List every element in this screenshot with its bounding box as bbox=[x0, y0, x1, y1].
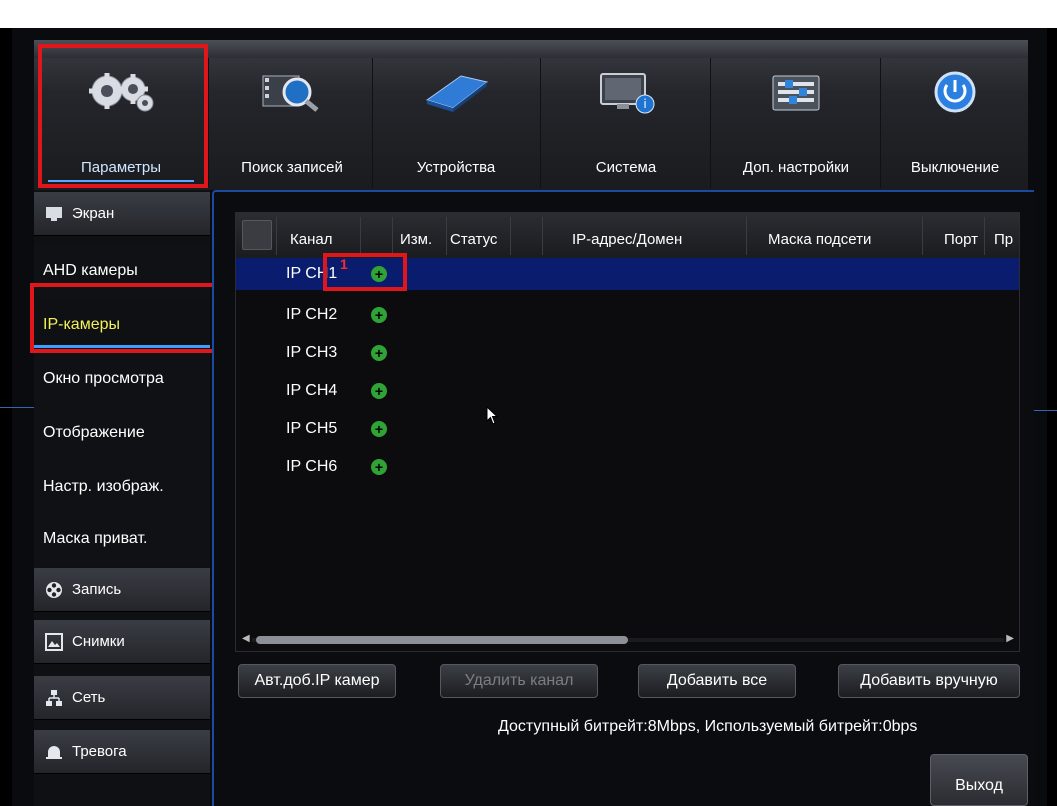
tab-label: Выключение bbox=[910, 159, 1000, 176]
tab-label: Поиск записей bbox=[241, 159, 343, 176]
screen-bezel-right bbox=[1047, 28, 1057, 806]
channel-name: IP CH2 bbox=[286, 306, 338, 323]
film-search-icon bbox=[257, 62, 327, 122]
column-header-status[interactable]: Статус bbox=[450, 231, 497, 248]
reflection-line bbox=[0, 407, 34, 408]
sidebar-item-display[interactable]: Отображение bbox=[34, 406, 210, 460]
column-divider bbox=[392, 217, 393, 255]
reflection-line bbox=[1030, 410, 1057, 411]
table-row[interactable]: IP CH4 + bbox=[236, 375, 1019, 407]
table-row[interactable]: IP CH2 + bbox=[236, 299, 1019, 331]
add-channel-icon[interactable]: + bbox=[371, 383, 387, 399]
svg-text:i: i bbox=[643, 97, 646, 111]
sidebar-section-network[interactable]: Сеть bbox=[34, 676, 210, 720]
add-channel-icon[interactable]: + bbox=[371, 459, 387, 475]
monitor-icon bbox=[44, 204, 64, 224]
sidebar-section-label: Тревога bbox=[72, 743, 127, 760]
monitor-info-icon: i bbox=[591, 62, 661, 122]
column-divider bbox=[542, 217, 543, 255]
column-header-subnet-mask[interactable]: Маска подсети bbox=[768, 231, 871, 248]
sidebar-item-label: Окно просмотра bbox=[43, 370, 164, 387]
tab-advanced-settings[interactable]: Доп. настройки bbox=[712, 52, 880, 188]
channel-name: IP CH5 bbox=[286, 420, 338, 437]
channel-name: IP CH3 bbox=[286, 344, 338, 361]
column-divider bbox=[746, 217, 747, 255]
column-header-protocol[interactable]: Пр bbox=[994, 231, 1013, 248]
hard-drive-icon bbox=[421, 62, 491, 122]
table-row[interactable]: IP CH3 + bbox=[236, 337, 1019, 369]
column-header-channel[interactable]: Канал bbox=[290, 231, 332, 248]
sidebar-section-record[interactable]: Запись bbox=[34, 568, 210, 612]
tab-label: Система bbox=[595, 159, 657, 176]
sidebar-section-label: Запись bbox=[72, 581, 122, 598]
screen-bezel-left bbox=[0, 28, 12, 806]
tab-divider bbox=[540, 58, 541, 188]
add-manually-button[interactable]: Добавить вручную bbox=[838, 664, 1020, 698]
add-channel-icon[interactable]: + bbox=[371, 345, 387, 361]
sliders-icon bbox=[761, 62, 831, 122]
film-reel-icon bbox=[44, 580, 64, 600]
column-header-edit[interactable]: Изм. bbox=[400, 231, 432, 248]
channel-name: IP CH4 bbox=[286, 382, 338, 399]
sidebar-item-label: AHD камеры bbox=[43, 262, 138, 279]
sidebar-section-label: Снимки bbox=[72, 633, 125, 650]
add-all-button[interactable]: Добавить все bbox=[638, 664, 796, 698]
scroll-right-icon[interactable]: ▶ bbox=[1006, 633, 1014, 644]
scroll-left-icon[interactable]: ◀ bbox=[242, 633, 250, 644]
sidebar-item-privacy-mask[interactable]: Маска приват. bbox=[34, 512, 210, 566]
tab-shutdown[interactable]: Выключение bbox=[882, 52, 1028, 188]
tab-divider bbox=[710, 58, 711, 188]
tab-record-search[interactable]: Поиск записей bbox=[212, 52, 372, 188]
column-divider bbox=[446, 217, 447, 255]
sidebar-item-image-settings[interactable]: Настр. изображ. bbox=[34, 460, 210, 514]
select-all-checkbox[interactable] bbox=[242, 220, 272, 250]
tab-divider bbox=[208, 58, 209, 188]
alarm-bell-icon bbox=[44, 742, 64, 762]
mouse-cursor-icon bbox=[486, 406, 499, 425]
column-divider bbox=[510, 217, 511, 255]
column-header-ip-address[interactable]: IP-адрес/Домен bbox=[572, 231, 682, 248]
auto-add-ip-cameras-button[interactable]: Авт.доб.IP камер bbox=[238, 664, 396, 698]
sidebar-item-label: Настр. изображ. bbox=[43, 478, 164, 495]
sidebar-item-label: Отображение bbox=[43, 424, 145, 441]
snapshot-icon bbox=[44, 632, 64, 652]
channel-name: IP CH6 bbox=[286, 458, 338, 475]
table-row[interactable]: IP CH6 + bbox=[236, 451, 1019, 483]
tab-devices[interactable]: Устройства bbox=[374, 52, 538, 188]
sidebar-section-screen[interactable]: Экран bbox=[34, 192, 210, 236]
sidebar-section-label: Сеть bbox=[72, 689, 106, 706]
tab-label: Устройства bbox=[416, 159, 496, 176]
tab-label: Доп. настройки bbox=[742, 159, 850, 176]
add-channel-icon[interactable]: + bbox=[371, 307, 387, 323]
sidebar-section-snapshots[interactable]: Снимки bbox=[34, 620, 210, 664]
column-divider bbox=[276, 217, 277, 255]
power-icon bbox=[927, 62, 983, 122]
sidebar-item-preview-window[interactable]: Окно просмотра bbox=[34, 352, 210, 406]
column-header-port[interactable]: Порт bbox=[944, 231, 978, 248]
delete-channel-button[interactable]: Удалить канал bbox=[440, 664, 598, 698]
sidebar-section-label: Экран bbox=[72, 205, 115, 222]
column-divider bbox=[984, 217, 985, 255]
tab-divider bbox=[880, 58, 881, 188]
bitrate-status: Доступный битрейт:8Mbps, Используемый би… bbox=[498, 718, 918, 735]
highlight-box-ip-cameras bbox=[30, 283, 216, 353]
tab-system[interactable]: i Система bbox=[542, 52, 710, 188]
tab-divider bbox=[372, 58, 373, 188]
highlight-box-add-channel bbox=[323, 253, 407, 291]
highlight-box-parameters bbox=[38, 44, 208, 188]
column-divider bbox=[922, 217, 923, 255]
horizontal-scrollbar[interactable]: ◀ ▶ bbox=[242, 633, 1014, 645]
column-divider bbox=[360, 217, 361, 255]
add-channel-icon[interactable]: + bbox=[371, 421, 387, 437]
scroll-thumb[interactable] bbox=[256, 636, 628, 644]
exit-button[interactable]: Выход bbox=[930, 754, 1028, 806]
sidebar-item-label: Маска приват. bbox=[43, 530, 148, 547]
sidebar-section-alarm[interactable]: Тревога bbox=[34, 730, 210, 774]
table-row[interactable]: IP CH5 + bbox=[236, 413, 1019, 445]
network-icon bbox=[44, 688, 64, 708]
